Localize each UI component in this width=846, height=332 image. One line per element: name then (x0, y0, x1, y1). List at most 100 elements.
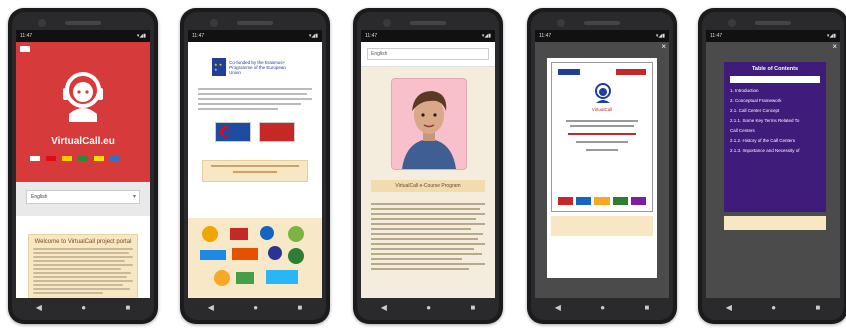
speaker-grille (584, 21, 620, 25)
document-brand: VirtualCall (591, 107, 613, 112)
status-icons: ▾◢▮ (481, 33, 491, 39)
status-time: 11:47 (539, 33, 552, 39)
home-icon[interactable]: ● (426, 303, 431, 312)
camera-icon (38, 19, 46, 27)
virtual-agent-avatar (402, 91, 456, 169)
phone-3: 11:47 ▾◢▮ English VirtualCall e-Course P… (353, 8, 503, 324)
brand-title: VirtualCall.eu (51, 136, 115, 147)
document-footer (551, 216, 653, 236)
partner-logo-7[interactable] (268, 246, 282, 260)
headset-logo-icon (63, 72, 103, 122)
camera-icon (383, 19, 391, 27)
status-bar: 11:47 ▾◢▮ (535, 30, 669, 42)
partner-logo-4[interactable] (288, 226, 304, 242)
nav-bar: ◀ ● ■ (706, 298, 840, 316)
language-select[interactable]: English (367, 48, 489, 60)
partner-logo-6[interactable] (232, 248, 258, 260)
toc-title: Table of Contents (751, 66, 799, 72)
recents-icon[interactable]: ■ (644, 303, 649, 312)
toc-item[interactable]: 1. Introduction (730, 88, 820, 93)
welcome-box: Welcome to VirtualCall project portal (28, 234, 138, 298)
home-icon[interactable]: ● (771, 303, 776, 312)
flag-it-icon[interactable] (78, 156, 88, 161)
status-icons: ▾◢▮ (308, 33, 318, 39)
partner-logo-11[interactable] (266, 270, 298, 284)
course-section-title: VirtualCall e-Course Program (371, 180, 485, 192)
speaker-grille (410, 21, 446, 25)
partner-logo-5[interactable] (200, 250, 226, 260)
partner-logo-1[interactable] (202, 226, 218, 242)
document-footer (724, 216, 826, 230)
national-agency-logo[interactable] (259, 122, 295, 142)
home-icon[interactable]: ● (600, 303, 605, 312)
camera-icon (728, 19, 736, 27)
recents-icon[interactable]: ■ (470, 303, 475, 312)
flag-ro-icon[interactable] (94, 156, 104, 161)
status-time: 11:47 (365, 33, 378, 39)
turkish-agency-logo[interactable] (215, 122, 251, 142)
document-page[interactable]: VirtualCall (547, 58, 657, 278)
welcome-text (33, 248, 133, 294)
back-icon[interactable]: ◀ (36, 303, 42, 312)
partner-logo-8[interactable] (288, 248, 304, 264)
camera-icon (210, 19, 218, 27)
toc-item[interactable]: 2.1. Call Center Concept (730, 108, 820, 113)
toc-item[interactable]: 2.1.1. Some Key Terms Related To (730, 118, 820, 123)
toc-panel: Table of Contents 1. Introduction 2. Con… (724, 62, 826, 212)
hero-banner: VirtualCall.eu (16, 42, 150, 182)
flag-el-icon[interactable] (110, 156, 120, 161)
close-icon[interactable]: × (832, 42, 837, 51)
language-select[interactable]: English (26, 190, 140, 204)
recents-icon[interactable]: ■ (297, 303, 302, 312)
close-icon[interactable]: × (661, 42, 666, 51)
back-icon[interactable]: ◀ (381, 303, 387, 312)
phone-1: 11:47 ▾◢▮ VirtualCall.eu English ▾ Welco… (8, 8, 158, 324)
status-bar: 11:47 ▾◢▮ (361, 30, 495, 42)
eu-funding-logo: Co-funded by the Erasmus+ Programme of t… (212, 56, 298, 78)
agency-logo (616, 69, 646, 75)
status-icons: ▾◢▮ (826, 33, 836, 39)
course-description (371, 200, 485, 273)
screen-partners: 11:47 ▾◢▮ Co-funded by the Erasmus+ Prog… (188, 30, 322, 298)
partner-logo-3[interactable] (260, 226, 274, 240)
back-icon[interactable]: ◀ (726, 303, 732, 312)
agency-logos (188, 122, 322, 142)
phone-2: 11:47 ▾◢▮ Co-funded by the Erasmus+ Prog… (180, 8, 330, 324)
flag-es-icon[interactable] (62, 156, 72, 161)
welcome-title: Welcome to VirtualCall project portal (34, 239, 132, 245)
headset-logo-icon (595, 83, 611, 103)
nav-bar: ◀ ● ■ (16, 298, 150, 316)
nav-bar: ◀ ● ■ (361, 298, 495, 316)
screen-course: 11:47 ▾◢▮ English VirtualCall e-Course P… (361, 30, 495, 298)
phone-4: 11:47 ▾◢▮ × VirtualCall ◀ ● ■ (527, 8, 677, 324)
partner-logo-2[interactable] (230, 228, 248, 240)
speaker-grille (65, 21, 101, 25)
status-bar: 11:47 ▾◢▮ (16, 30, 150, 42)
home-icon[interactable]: ● (253, 303, 258, 312)
link-box[interactable] (202, 160, 308, 182)
back-icon[interactable]: ◀ (555, 303, 561, 312)
status-bar: 11:47 ▾◢▮ (706, 30, 840, 42)
status-icons: ▾◢▮ (136, 33, 146, 39)
recents-icon[interactable]: ■ (815, 303, 820, 312)
back-icon[interactable]: ◀ (208, 303, 214, 312)
partner-logo-10[interactable] (236, 272, 254, 284)
partner-logo-9[interactable] (214, 270, 230, 286)
menu-badge[interactable] (20, 46, 30, 52)
toc-item[interactable]: 2. Conceptual Framework (730, 98, 820, 103)
home-icon[interactable]: ● (81, 303, 86, 312)
language-flags[interactable] (30, 156, 120, 161)
toc-item[interactable]: 2.1.2. History of the Call Centers (730, 138, 820, 143)
speaker-grille (755, 21, 791, 25)
toc-item[interactable]: 2.1.3. Importance and Necessity of (730, 148, 820, 153)
camera-icon (557, 19, 565, 27)
toc-search-input[interactable] (730, 76, 820, 83)
screen-home: 11:47 ▾◢▮ VirtualCall.eu English ▾ Welco… (16, 30, 150, 298)
screen-table-of-contents: 11:47 ▾◢▮ × Table of Contents 1. Introdu… (706, 30, 840, 298)
flag-tr-icon[interactable] (46, 156, 56, 161)
recents-icon[interactable]: ■ (125, 303, 130, 312)
flag-en-icon[interactable] (30, 156, 40, 161)
status-bar: 11:47 ▾◢▮ (188, 30, 322, 42)
nav-bar: ◀ ● ■ (188, 298, 322, 316)
toc-item[interactable]: Call Centers (730, 128, 820, 133)
